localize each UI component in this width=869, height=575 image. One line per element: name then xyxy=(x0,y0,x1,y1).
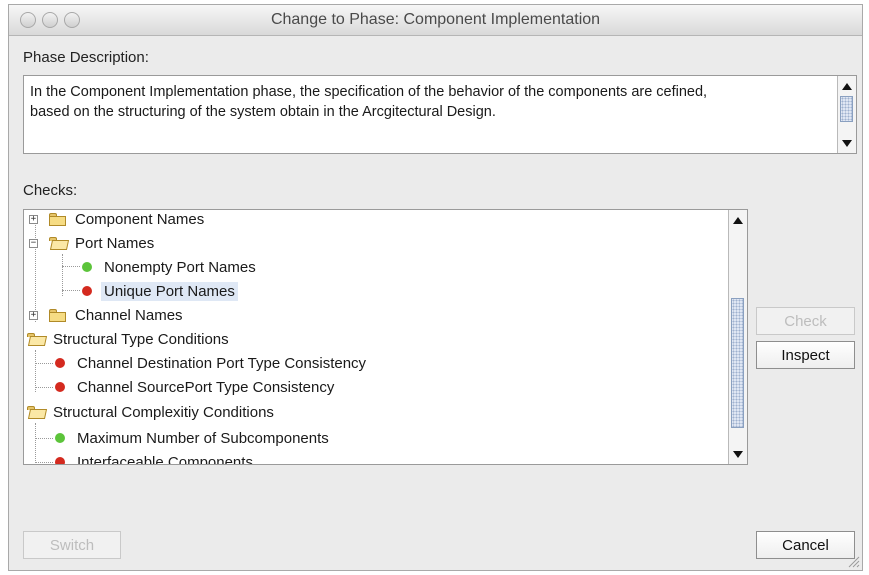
tree-connector xyxy=(35,350,36,392)
tree-node-port-names[interactable]: − Port Names xyxy=(29,232,157,254)
tree-node-maximum-number-of-subcomponents[interactable]: Maximum Number of Subcomponents xyxy=(55,427,332,449)
scroll-up-arrow-icon[interactable] xyxy=(729,211,747,229)
tree-node-label: Channel Names xyxy=(75,306,183,324)
checks-scroll-thumb[interactable] xyxy=(731,298,744,428)
scroll-up-arrow-icon[interactable] xyxy=(838,77,856,95)
checks-tree[interactable]: + Component Names − Port Names Nonempty … xyxy=(23,209,748,465)
tree-node-unique-port-names[interactable]: Unique Port Names xyxy=(82,280,238,302)
tree-node-label: Structural Type Conditions xyxy=(53,330,229,348)
resize-grip-icon[interactable] xyxy=(846,554,860,568)
tree-node-label: Channel Destination Port Type Consistenc… xyxy=(77,354,367,372)
status-red-icon xyxy=(55,457,65,464)
tree-node-label: Maximum Number of Subcomponents xyxy=(77,429,329,447)
switch-button[interactable]: Switch xyxy=(23,531,121,559)
tree-connector xyxy=(62,290,80,291)
tree-node-label: Interfaceable Components xyxy=(77,453,253,465)
tree-node-component-names[interactable]: + Component Names xyxy=(29,210,207,230)
expand-plus-icon[interactable]: + xyxy=(29,311,38,320)
tree-connector xyxy=(35,387,53,388)
checks-scrollbar[interactable] xyxy=(728,210,747,464)
expand-plus-icon[interactable]: + xyxy=(29,215,38,224)
dialog-window: Change to Phase: Component Implementatio… xyxy=(8,4,863,571)
tree-node-channel-destination-port-type-consistency[interactable]: Channel Destination Port Type Consistenc… xyxy=(55,352,369,374)
checks-label: Checks: xyxy=(23,182,78,199)
scroll-down-arrow-icon[interactable] xyxy=(729,445,747,463)
tree-node-label: Structural Complexitiy Conditions xyxy=(53,403,274,421)
check-button[interactable]: Check xyxy=(756,307,855,335)
tree-connector xyxy=(35,462,53,463)
description-line-1: In the Component Implementation phase, t… xyxy=(30,84,708,100)
tree-connector xyxy=(35,438,53,439)
tree-node-channel-sourceport-type-consistency[interactable]: Channel SourcePort Type Consistency xyxy=(55,376,337,398)
status-green-icon xyxy=(82,262,92,272)
status-green-icon xyxy=(55,433,65,443)
folder-icon xyxy=(49,308,66,322)
tree-node-structural-complexity-conditions[interactable]: Structural Complexitiy Conditions xyxy=(27,401,277,423)
status-red-icon xyxy=(55,382,65,392)
tree-node-label: Channel SourcePort Type Consistency xyxy=(77,378,335,396)
description-scrollbar[interactable] xyxy=(837,76,856,153)
tree-node-label: Port Names xyxy=(75,234,155,252)
open-folder-icon xyxy=(27,332,48,346)
tree-connector xyxy=(62,266,80,267)
tree-node-interfaceable-components[interactable]: Interfaceable Components xyxy=(55,451,256,464)
phase-description-textarea[interactable]: In the Component Implementation phase, t… xyxy=(23,75,857,154)
phase-description-text: In the Component Implementation phase, t… xyxy=(30,82,826,122)
tree-node-structural-type-conditions[interactable]: Structural Type Conditions xyxy=(27,328,232,350)
tree-node-channel-names[interactable]: + Channel Names xyxy=(29,304,186,326)
tree-connector xyxy=(35,423,36,464)
title-bar[interactable]: Change to Phase: Component Implementatio… xyxy=(9,5,862,36)
folder-icon xyxy=(49,212,66,226)
window-title: Change to Phase: Component Implementatio… xyxy=(270,11,601,28)
open-folder-icon xyxy=(49,236,70,250)
tree-node-label: Nonempty Port Names xyxy=(104,258,256,276)
scroll-down-arrow-icon[interactable] xyxy=(838,134,856,152)
description-line-2: based on the structuring of the system o… xyxy=(30,104,496,120)
inspect-button[interactable]: Inspect xyxy=(756,341,855,369)
cancel-button[interactable]: Cancel xyxy=(756,531,855,559)
tree-node-nonempty-port-names[interactable]: Nonempty Port Names xyxy=(82,256,259,278)
description-scroll-thumb[interactable] xyxy=(840,96,853,122)
tree-connector xyxy=(35,363,53,364)
status-red-icon xyxy=(55,358,65,368)
phase-description-label: Phase Description: xyxy=(23,49,149,66)
open-folder-icon xyxy=(27,405,48,419)
tree-node-label: Unique Port Names xyxy=(101,281,238,301)
collapse-minus-icon[interactable]: − xyxy=(29,239,38,248)
checks-tree-viewport: + Component Names − Port Names Nonempty … xyxy=(24,210,728,464)
status-red-icon xyxy=(82,286,92,296)
tree-node-label: Component Names xyxy=(75,210,205,228)
